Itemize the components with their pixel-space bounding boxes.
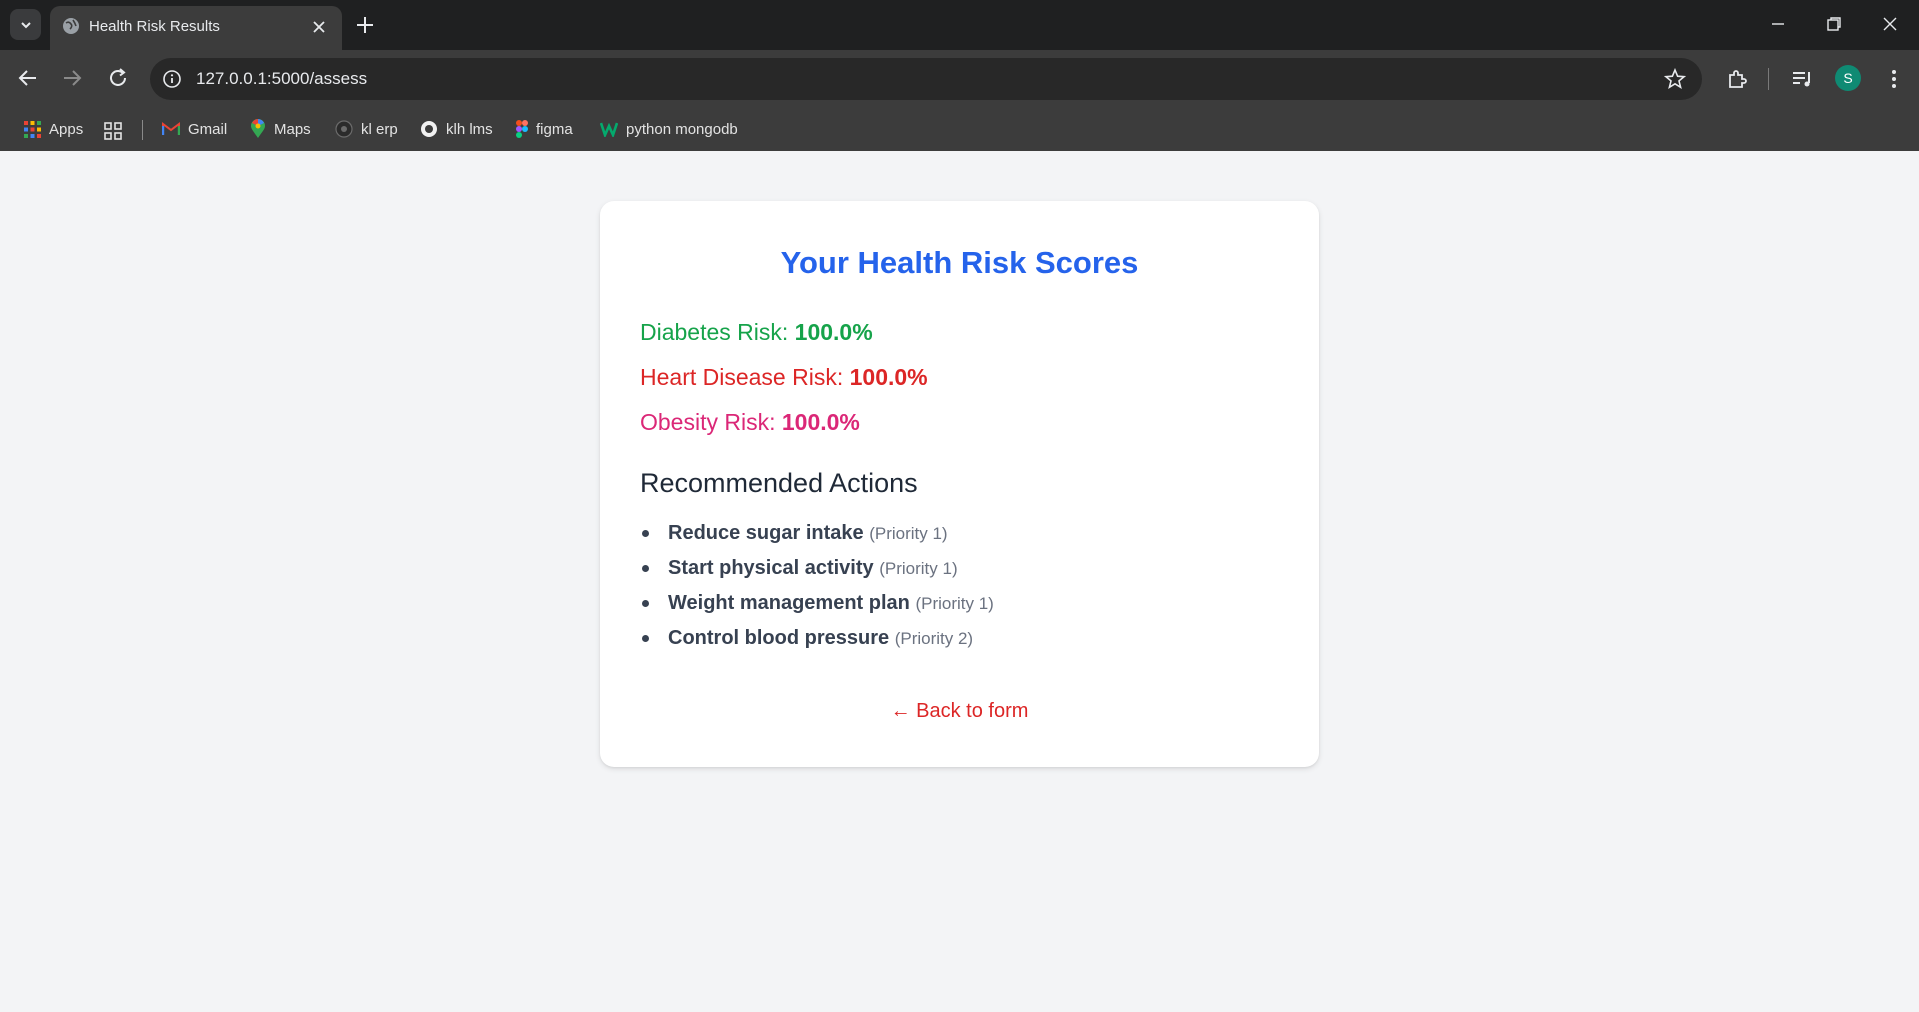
bookmark-label: python mongodb [626,120,738,138]
maps-icon [251,119,265,138]
bookmark-separator [142,120,143,140]
chevron-down-icon [20,21,31,28]
site-info-icon[interactable] [162,69,182,89]
gmail-icon [162,122,180,135]
diabetes-risk-label: Diabetes Risk: [640,319,795,345]
address-bar[interactable]: 127.0.0.1:5000/assess [150,58,1702,100]
erp-icon [335,120,353,138]
bullet-icon [642,635,649,642]
url-text: 127.0.0.1:5000/assess [196,69,368,88]
restore-icon[interactable] [1825,15,1843,33]
page-viewport: Your Health Risk Scores Diabetes Risk: 1… [0,151,1919,1012]
back-arrow-icon[interactable] [16,66,40,90]
browser-toolbar: 127.0.0.1:5000/assess S [0,50,1919,107]
globe-icon [63,18,79,34]
bookmark-figma[interactable]: figma [516,117,573,141]
bookmark-label: Apps [49,120,84,138]
active-tab[interactable]: Health Risk Results [50,6,342,50]
tab-search-button[interactable] [10,9,41,40]
profile-avatar[interactable]: S [1835,65,1861,91]
bookmark-label: Maps [274,120,311,138]
tab-title: Health Risk Results [89,18,220,35]
close-tab-icon[interactable] [309,17,329,37]
action-label: Control blood pressure [668,627,890,649]
tab-strip: Health Risk Results [0,0,1919,50]
list-item: Weight management plan (Priority 1) [640,591,994,626]
heart-disease-risk-value: 100.0% [849,364,928,390]
bookmarks-bar: Apps Gmail Maps kl erp klh lms figma pyt… [0,107,1919,152]
heart-disease-risk: Heart Disease Risk: 100.0% [640,364,928,391]
toolbar-divider [1768,68,1769,90]
obesity-risk-label: Obesity Risk: [640,409,782,435]
bookmark-label: figma [536,120,573,138]
action-label: Start physical activity [668,557,874,579]
apps-grid-icon [24,120,41,138]
bookmark-maps[interactable]: Maps [250,117,311,141]
obesity-risk: Obesity Risk: 100.0% [640,409,860,436]
bookmark-gmail[interactable]: Gmail [162,117,227,141]
extensions-icon[interactable] [1725,67,1749,91]
w3schools-icon [600,122,618,137]
forward-arrow-icon[interactable] [60,66,84,90]
lms-icon [421,121,437,137]
action-priority: (Priority 1) [869,524,948,543]
bookmark-python-mongodb[interactable]: python mongodb [600,117,738,141]
bookmark-label: kl erp [361,120,398,138]
minimize-icon[interactable] [1769,15,1787,33]
action-priority: (Priority 1) [915,594,994,613]
close-window-icon[interactable] [1881,15,1899,33]
results-card: Your Health Risk Scores Diabetes Risk: 1… [600,201,1319,767]
figma-icon [516,120,528,138]
list-item: Start physical activity (Priority 1) [640,556,994,591]
bullet-icon [642,565,649,572]
bookmark-star-icon[interactable] [1664,68,1686,90]
tab-groups-icon[interactable] [104,122,122,140]
bullet-icon [642,600,649,607]
recommended-actions-list: Reduce sugar intake (Priority 1) Start p… [640,521,994,661]
list-item: Control blood pressure (Priority 2) [640,626,994,661]
action-label: Reduce sugar intake [668,522,864,544]
obesity-risk-value: 100.0% [781,409,860,435]
action-priority: (Priority 2) [894,629,974,648]
bookmark-apps[interactable]: Apps [24,117,83,141]
page-title: Your Health Risk Scores [780,245,1139,280]
action-label: Weight management plan [668,592,910,614]
more-menu-icon[interactable] [1882,67,1906,91]
reload-icon[interactable] [106,66,130,90]
diabetes-risk: Diabetes Risk: 100.0% [640,319,873,346]
recommended-actions-heading: Recommended Actions [640,468,918,498]
bookmark-kl-erp[interactable]: kl erp [335,117,398,141]
media-control-icon[interactable] [1790,67,1814,91]
bookmark-label: klh lms [446,120,493,138]
bullet-icon [642,530,649,537]
diabetes-risk-value: 100.0% [794,319,873,345]
list-item: Reduce sugar intake (Priority 1) [640,521,994,556]
bookmark-klh-lms[interactable]: klh lms [420,117,493,141]
new-tab-icon[interactable] [354,14,376,36]
action-priority: (Priority 1) [879,559,958,578]
back-to-form-link[interactable]: ← Back to form [600,700,1319,723]
heart-disease-risk-label: Heart Disease Risk: [640,364,850,390]
bookmark-label: Gmail [188,120,228,138]
